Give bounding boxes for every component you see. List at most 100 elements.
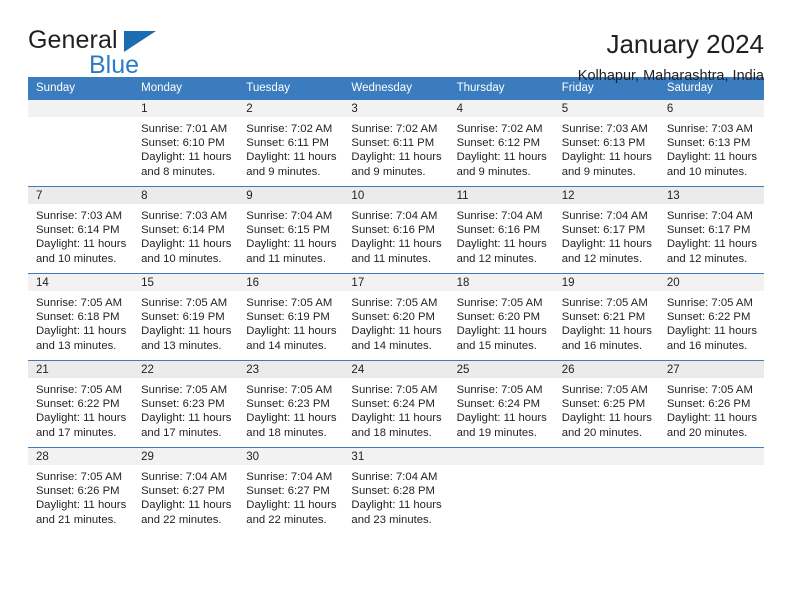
calendar-day-cell[interactable]: 3 Sunrise: 7:02 AM Sunset: 6:11 PM Daylight… — [343, 99, 449, 187]
daylight-text-line-1: Daylight: 11 hours — [456, 412, 547, 425]
daylight-text-line-2: and 14 minutes. — [246, 339, 327, 352]
day-cell-inner: 19 Sunrise: 7:05 AM Sunset: 6:21 PM Dayligh… — [553, 274, 659, 360]
daylight-text-line-1: Daylight: 11 hours — [141, 238, 232, 251]
day-number — [553, 448, 659, 465]
daylight-text-line-1: Daylight: 11 hours — [561, 238, 652, 251]
calendar-day-cell[interactable]: 25 Sunrise: 7:05 AM Sunset: 6:24 PM Dayligh… — [448, 360, 554, 448]
calendar-day-cell[interactable]: 31 Sunrise: 7:04 AM Sunset: 6:28 PM Dayligh… — [343, 447, 449, 535]
day-cell-details: Sunrise: 7:05 AM Sunset: 6:20 PM Daylight:… — [449, 291, 554, 353]
day-number: 23 — [238, 361, 344, 378]
day-cell-details: Sunrise: 7:05 AM Sunset: 6:23 PM Daylight:… — [133, 378, 238, 440]
calendar-day-cell[interactable]: 12 Sunrise: 7:04 AM Sunset: 6:17 PM Dayligh… — [553, 186, 659, 274]
day-cell-inner: 2 Sunrise: 7:02 AM Sunset: 6:11 PM Daylight… — [238, 100, 344, 186]
sunset-text: Sunset: 6:21 PM — [561, 311, 646, 324]
day-number: 15 — [133, 274, 239, 291]
calendar-day-cell[interactable]: 5 Sunrise: 7:03 AM Sunset: 6:13 PM Daylight… — [553, 99, 659, 187]
day-cell-inner — [658, 448, 764, 535]
sunset-text: Sunset: 6:20 PM — [351, 311, 435, 324]
daylight-text-line-2: and 14 minutes. — [351, 339, 432, 352]
sunrise-text: Sunrise: 7:03 AM — [561, 123, 648, 135]
daylight-text-line-1: Daylight: 11 hours — [351, 499, 442, 512]
sunrise-text: Sunrise: 7:05 AM — [246, 384, 333, 396]
day-number: 21 — [28, 361, 134, 378]
daylight-text-line-1: Daylight: 11 hours — [36, 412, 127, 425]
sunrise-text: Sunrise: 7:05 AM — [246, 297, 333, 309]
daylight-text-line-2: and 13 minutes. — [141, 339, 222, 352]
calendar-day-cell[interactable]: 24 Sunrise: 7:05 AM Sunset: 6:24 PM Dayligh… — [343, 360, 449, 448]
calendar-day-cell[interactable]: 4 Sunrise: 7:02 AM Sunset: 6:12 PM Daylight… — [448, 99, 554, 187]
calendar-day-cell[interactable]: 17 Sunrise: 7:05 AM Sunset: 6:20 PM Dayligh… — [343, 273, 449, 361]
calendar-day-cell[interactable]: 26 Sunrise: 7:05 AM Sunset: 6:25 PM Dayligh… — [553, 360, 659, 448]
sunset-text: Sunset: 6:19 PM — [246, 311, 330, 324]
day-cell-details: Sunrise: 7:05 AM Sunset: 6:18 PM Daylight:… — [28, 291, 133, 353]
sunset-text: Sunset: 6:27 PM — [141, 485, 225, 498]
daylight-text-line-2: and 15 minutes. — [456, 339, 537, 352]
daylight-text-line-2: and 8 minutes. — [141, 165, 216, 178]
calendar-day-cell[interactable]: 1 Sunrise: 7:01 AM Sunset: 6:10 PM Daylight… — [133, 99, 239, 187]
weekday-header-wednesday: Wednesday — [343, 77, 449, 100]
sunrise-text: Sunrise: 7:05 AM — [141, 297, 228, 309]
calendar-day-cell[interactable]: 9 Sunrise: 7:04 AM Sunset: 6:15 PM Daylight… — [238, 186, 344, 274]
calendar-day-cell[interactable]: 27 Sunrise: 7:05 AM Sunset: 6:26 PM Dayligh… — [658, 360, 764, 448]
daylight-text-line-1: Daylight: 11 hours — [456, 325, 547, 338]
day-cell-inner: 4 Sunrise: 7:02 AM Sunset: 6:12 PM Daylight… — [448, 100, 554, 186]
daylight-text-line-1: Daylight: 11 hours — [666, 412, 758, 425]
calendar-day-cell[interactable]: 30 Sunrise: 7:04 AM Sunset: 6:27 PM Dayligh… — [238, 447, 344, 535]
daylight-text-line-1: Daylight: 11 hours — [351, 151, 442, 164]
sunset-text: Sunset: 6:26 PM — [36, 485, 120, 498]
day-cell-inner — [553, 448, 659, 535]
daylight-text-line-1: Daylight: 11 hours — [666, 151, 758, 164]
day-number: 5 — [553, 100, 659, 117]
calendar-day-cell[interactable]: 13 Sunrise: 7:04 AM Sunset: 6:17 PM Dayligh… — [658, 186, 764, 274]
calendar-day-cell[interactable]: 29 Sunrise: 7:04 AM Sunset: 6:27 PM Dayligh… — [133, 447, 239, 535]
daylight-text-line-2: and 9 minutes. — [351, 165, 426, 178]
daylight-text-line-1: Daylight: 11 hours — [666, 325, 758, 338]
sunrise-text: Sunrise: 7:03 AM — [141, 210, 228, 222]
calendar-day-cell[interactable]: 18 Sunrise: 7:05 AM Sunset: 6:20 PM Dayligh… — [448, 273, 554, 361]
sunset-text: Sunset: 6:25 PM — [561, 398, 646, 411]
calendar-day-cell[interactable]: 11 Sunrise: 7:04 AM Sunset: 6:16 PM Dayligh… — [448, 186, 554, 274]
calendar-day-cell[interactable]: 2 Sunrise: 7:02 AM Sunset: 6:11 PM Daylight… — [238, 99, 344, 187]
day-number: 1 — [133, 100, 239, 117]
daylight-text-line-2: and 19 minutes. — [456, 426, 537, 439]
calendar-day-cell[interactable]: 14 Sunrise: 7:05 AM Sunset: 6:18 PM Dayligh… — [28, 273, 134, 361]
day-number — [28, 100, 134, 117]
day-cell-details: Sunrise: 7:05 AM Sunset: 6:20 PM Daylight:… — [343, 291, 448, 353]
calendar-day-cell[interactable]: 22 Sunrise: 7:05 AM Sunset: 6:23 PM Dayligh… — [133, 360, 239, 448]
calendar-day-cell[interactable]: 23 Sunrise: 7:05 AM Sunset: 6:23 PM Dayligh… — [238, 360, 344, 448]
daylight-text-line-1: Daylight: 11 hours — [561, 412, 652, 425]
sunrise-text: Sunrise: 7:04 AM — [351, 471, 438, 483]
calendar-day-cell[interactable]: 6 Sunrise: 7:03 AM Sunset: 6:13 PM Daylight… — [658, 99, 764, 187]
day-number: 13 — [658, 187, 764, 204]
calendar-day-cell[interactable]: 15 Sunrise: 7:05 AM Sunset: 6:19 PM Dayligh… — [133, 273, 239, 361]
calendar-day-cell[interactable]: 16 Sunrise: 7:05 AM Sunset: 6:19 PM Dayligh… — [238, 273, 344, 361]
day-cell-inner: 21 Sunrise: 7:05 AM Sunset: 6:22 PM Dayligh… — [28, 361, 134, 447]
calendar-day-cell[interactable]: 19 Sunrise: 7:05 AM Sunset: 6:21 PM Dayligh… — [553, 273, 659, 361]
day-cell-details: Sunrise: 7:05 AM Sunset: 6:22 PM Daylight:… — [28, 378, 133, 440]
daylight-text-line-2: and 17 minutes. — [141, 426, 222, 439]
calendar-day-cell[interactable]: 20 Sunrise: 7:05 AM Sunset: 6:22 PM Dayligh… — [658, 273, 764, 361]
daylight-text-line-2: and 12 minutes. — [456, 252, 537, 265]
daylight-text-line-1: Daylight: 11 hours — [246, 499, 337, 512]
day-number: 9 — [238, 187, 344, 204]
calendar-day-cell[interactable]: 10 Sunrise: 7:04 AM Sunset: 6:16 PM Dayligh… — [343, 186, 449, 274]
day-cell-inner: 13 Sunrise: 7:04 AM Sunset: 6:17 PM Dayligh… — [658, 187, 764, 273]
day-cell-details: Sunrise: 7:04 AM Sunset: 6:27 PM Daylight:… — [238, 465, 343, 527]
daylight-text-line-2: and 18 minutes. — [351, 426, 432, 439]
calendar-day-cell[interactable]: 21 Sunrise: 7:05 AM Sunset: 6:22 PM Dayligh… — [28, 360, 134, 448]
daylight-text-line-2: and 22 minutes. — [141, 513, 222, 526]
day-cell-details: Sunrise: 7:05 AM Sunset: 6:22 PM Daylight:… — [659, 291, 764, 353]
daylight-text-line-2: and 21 minutes. — [36, 513, 117, 526]
daylight-text-line-1: Daylight: 11 hours — [351, 238, 442, 251]
day-cell-inner: 16 Sunrise: 7:05 AM Sunset: 6:19 PM Dayligh… — [238, 274, 344, 360]
sunrise-text: Sunrise: 7:04 AM — [666, 210, 753, 222]
calendar-day-cell[interactable]: 7 Sunrise: 7:03 AM Sunset: 6:14 PM Daylight… — [28, 186, 134, 274]
sunrise-text: Sunrise: 7:05 AM — [36, 471, 123, 483]
day-cell-details: Sunrise: 7:04 AM Sunset: 6:16 PM Daylight:… — [449, 204, 554, 266]
calendar-day-cell[interactable]: 28 Sunrise: 7:05 AM Sunset: 6:26 PM Dayligh… — [28, 447, 134, 535]
general-blue-logo[interactable]: General Blue — [28, 26, 228, 82]
calendar-day-cell[interactable]: 8 Sunrise: 7:03 AM Sunset: 6:14 PM Daylight… — [133, 186, 239, 274]
daylight-text-line-1: Daylight: 11 hours — [351, 412, 442, 425]
daylight-text-line-2: and 22 minutes. — [246, 513, 327, 526]
sunrise-text: Sunrise: 7:03 AM — [666, 123, 753, 135]
